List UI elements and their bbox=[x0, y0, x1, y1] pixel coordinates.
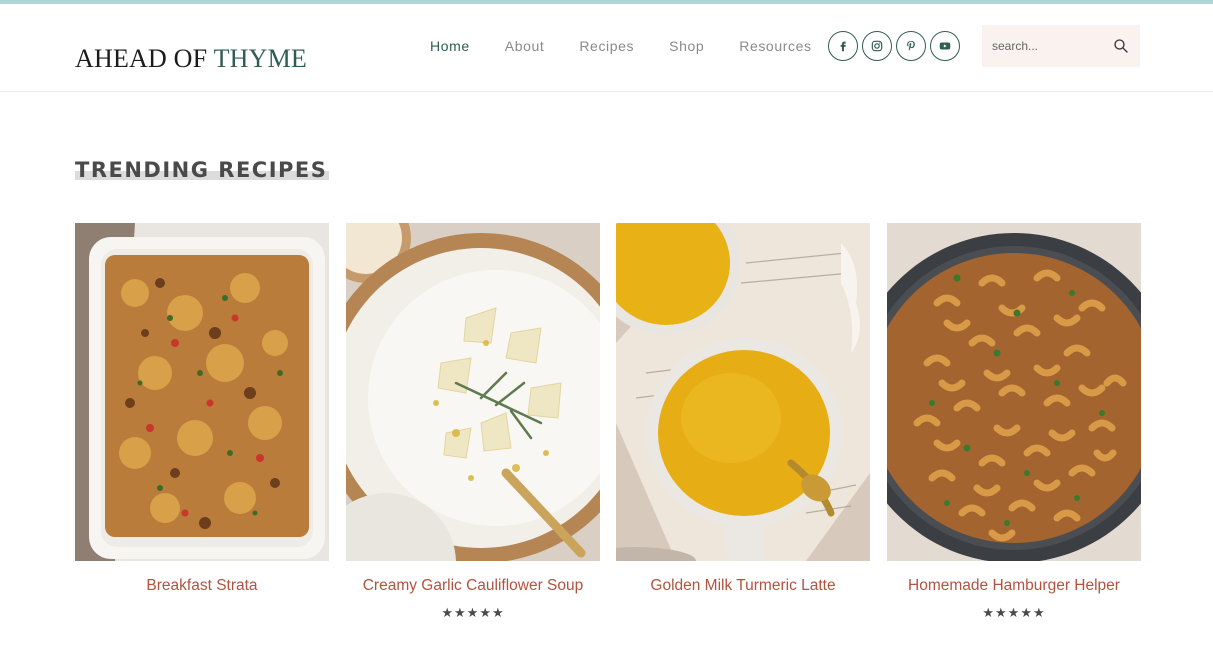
trending-heading-text: TRENDING RECIPES bbox=[75, 158, 330, 182]
instagram-link[interactable] bbox=[862, 31, 892, 61]
recipe-title[interactable]: Homemade Hamburger Helper bbox=[887, 577, 1141, 595]
search-button[interactable] bbox=[1112, 37, 1130, 55]
logo-text-accent: THYME bbox=[213, 44, 307, 73]
recipe-title[interactable]: Golden Milk Turmeric Latte bbox=[616, 577, 870, 595]
pinterest-link[interactable] bbox=[896, 31, 926, 61]
recipe-image-cauliflower-soup[interactable] bbox=[346, 223, 600, 561]
recipe-card: Golden Milk Turmeric Latte bbox=[616, 223, 870, 605]
logo-text-main: AHEAD OF bbox=[75, 44, 214, 73]
nav-home[interactable]: Home bbox=[430, 38, 470, 54]
trending-heading: TRENDING RECIPES bbox=[75, 158, 330, 182]
recipe-title[interactable]: Breakfast Strata bbox=[75, 577, 329, 595]
search-box bbox=[982, 25, 1140, 67]
recipe-rating: ★★★★★ bbox=[982, 605, 1046, 620]
youtube-link[interactable] bbox=[930, 31, 960, 61]
facebook-link[interactable] bbox=[828, 31, 858, 61]
nav-shop[interactable]: Shop bbox=[669, 38, 704, 54]
recipe-image-golden-milk[interactable] bbox=[616, 223, 870, 561]
recipe-card: Homemade Hamburger Helper ★★★★★ bbox=[887, 223, 1141, 621]
main-nav: Home About Recipes Shop Resources bbox=[430, 38, 847, 54]
search-icon bbox=[1114, 39, 1128, 53]
youtube-icon bbox=[939, 42, 951, 50]
nav-recipes[interactable]: Recipes bbox=[579, 38, 634, 54]
site-logo[interactable]: AHEAD OF THYME bbox=[75, 44, 307, 74]
recipe-card: Creamy Garlic Cauliflower Soup ★★★★★ bbox=[346, 223, 600, 621]
recipe-image-hamburger-helper[interactable] bbox=[887, 223, 1141, 561]
nav-about[interactable]: About bbox=[505, 38, 545, 54]
pinterest-icon bbox=[907, 40, 915, 51]
recipe-image-breakfast-strata[interactable] bbox=[75, 223, 329, 561]
recipe-card: Breakfast Strata bbox=[75, 223, 329, 605]
instagram-icon bbox=[871, 40, 883, 52]
search-input[interactable] bbox=[982, 39, 1102, 53]
recipe-rating: ★★★★★ bbox=[441, 605, 505, 620]
social-links bbox=[828, 31, 960, 61]
site-header: AHEAD OF THYME Home About Recipes Shop R… bbox=[0, 4, 1213, 92]
recipe-title[interactable]: Creamy Garlic Cauliflower Soup bbox=[346, 577, 600, 595]
facebook-icon bbox=[840, 41, 846, 52]
nav-resources[interactable]: Resources bbox=[739, 38, 811, 54]
